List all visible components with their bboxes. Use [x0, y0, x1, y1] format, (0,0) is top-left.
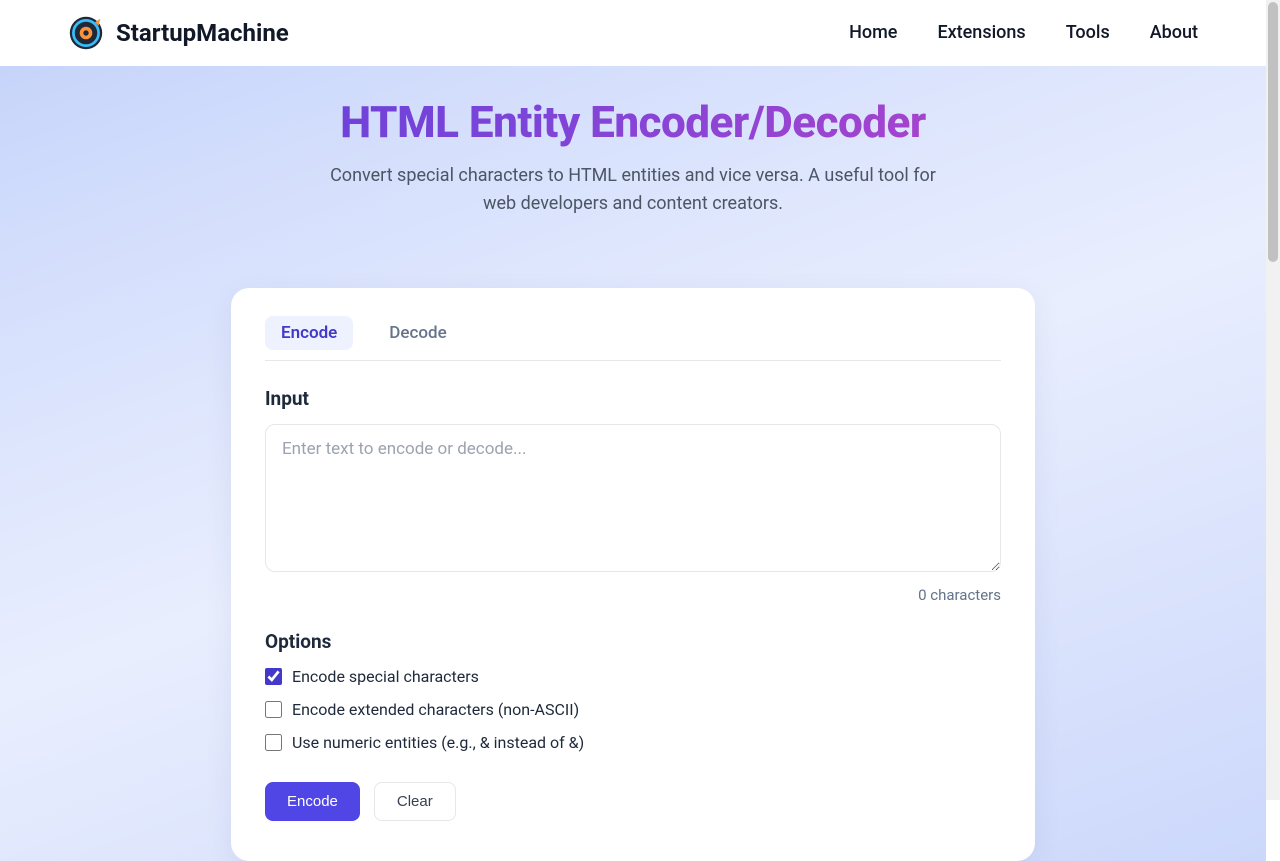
scrollbar-thumb[interactable]	[1268, 2, 1278, 262]
scrollbar[interactable]	[1266, 0, 1280, 800]
main-nav: Home Extensions Tools About	[849, 22, 1198, 43]
nav-extensions[interactable]: Extensions	[937, 22, 1025, 43]
option-encode-special[interactable]: Encode special characters	[265, 667, 1001, 686]
checkbox-special[interactable]	[265, 668, 282, 685]
input-label: Input	[265, 387, 1001, 410]
option-encode-extended[interactable]: Encode extended characters (non-ASCII)	[265, 700, 1001, 719]
encode-button[interactable]: Encode	[265, 782, 360, 821]
brand-logo-icon	[68, 15, 104, 51]
nav-home[interactable]: Home	[849, 22, 897, 43]
options-list: Encode special characters Encode extende…	[265, 667, 1001, 752]
input-textarea[interactable]	[265, 424, 1001, 572]
option-label-numeric: Use numeric entities (e.g., & instead of…	[292, 733, 584, 752]
nav-tools[interactable]: Tools	[1066, 22, 1110, 43]
checkbox-numeric[interactable]	[265, 734, 282, 751]
option-label-extended: Encode extended characters (non-ASCII)	[292, 700, 579, 719]
checkbox-extended[interactable]	[265, 701, 282, 718]
nav-about[interactable]: About	[1150, 22, 1198, 43]
button-row: Encode Clear	[265, 782, 1001, 821]
brand[interactable]: StartupMachine	[68, 15, 289, 51]
hero-section: HTML Entity Encoder/Decoder Convert spec…	[0, 66, 1266, 861]
tool-card: Encode Decode Input 0 characters Options…	[231, 288, 1035, 861]
page-title: HTML Entity Encoder/Decoder	[0, 96, 1266, 148]
clear-button[interactable]: Clear	[374, 782, 456, 821]
options-label: Options	[265, 630, 1001, 653]
tab-decode[interactable]: Decode	[373, 316, 462, 350]
page-subtitle: Convert special characters to HTML entit…	[313, 162, 953, 218]
char-count: 0 characters	[265, 586, 1001, 604]
tab-encode[interactable]: Encode	[265, 316, 353, 350]
tabbar: Encode Decode	[265, 316, 1001, 361]
option-use-numeric[interactable]: Use numeric entities (e.g., & instead of…	[265, 733, 1001, 752]
option-label-special: Encode special characters	[292, 667, 479, 686]
header: StartupMachine Home Extensions Tools Abo…	[0, 0, 1266, 66]
brand-name: StartupMachine	[116, 19, 289, 47]
